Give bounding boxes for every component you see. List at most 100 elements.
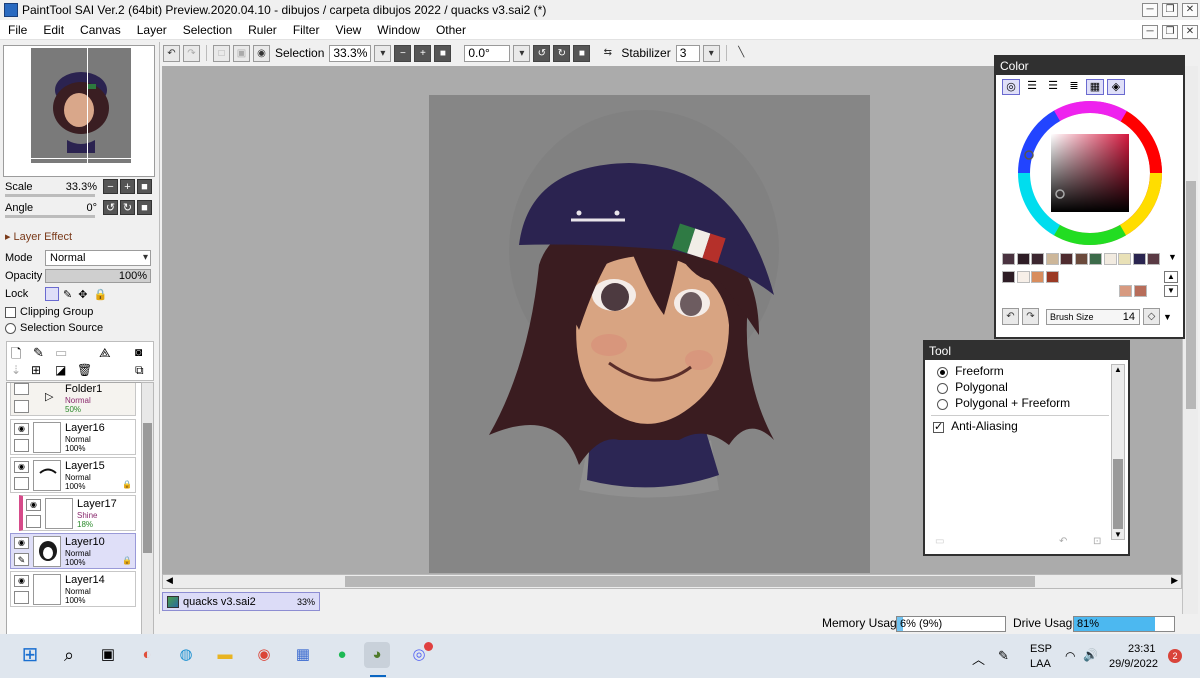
photos-app-icon[interactable]: ◐: [134, 642, 160, 668]
chrome-browser-icon[interactable]: ◉: [251, 642, 277, 668]
freeform-radio[interactable]: [937, 366, 948, 378]
layers-scrollbar[interactable]: [141, 382, 154, 640]
tool-panel-scrollbar[interactable]: ▲ ▼: [1111, 364, 1125, 540]
angle-slider[interactable]: [5, 215, 95, 218]
scroll-down-icon[interactable]: ▼: [1114, 530, 1122, 539]
rotate-left-button[interactable]: ↺: [103, 200, 118, 215]
transfer-down-icon[interactable]: ⇣: [11, 363, 21, 377]
artboard[interactable]: [429, 95, 870, 573]
scale-plus-button[interactable]: +: [120, 179, 135, 194]
menu-filter[interactable]: Filter: [285, 23, 328, 37]
swatch-scroll-down[interactable]: ▼: [1164, 285, 1178, 297]
color-swatch[interactable]: [1016, 253, 1030, 265]
color-swatch[interactable]: [1089, 253, 1102, 265]
tool-save-icon[interactable]: ⊡: [1093, 536, 1101, 547]
file-explorer-icon[interactable]: ▬: [212, 642, 238, 668]
layer-effect-icon[interactable]: ⟁: [99, 345, 111, 361]
spotify-icon[interactable]: ●: [329, 642, 355, 668]
angle-input[interactable]: 0.0°: [464, 44, 511, 62]
edge-browser-icon[interactable]: ◍: [173, 642, 199, 668]
color-swatch[interactable]: [1002, 253, 1015, 265]
layer-item-layer16[interactable]: ◉ Layer16 Normal 100%: [10, 419, 136, 455]
brush-menu-icon[interactable]: ▼: [1163, 312, 1172, 322]
notification-count-badge[interactable]: 2: [1168, 649, 1182, 663]
new-linework-layer-icon[interactable]: ✎: [33, 345, 44, 361]
color-swatch[interactable]: [1031, 271, 1044, 283]
minimize-button[interactable]: ─: [1142, 3, 1158, 17]
color-swatch[interactable]: [1060, 253, 1073, 265]
color-swatch[interactable]: [1031, 253, 1044, 265]
delete-layer-icon[interactable]: 🗑: [77, 363, 92, 377]
invert-selection-button[interactable]: ▣: [233, 44, 250, 62]
color-swatch[interactable]: [1002, 271, 1015, 283]
stabilizer-dropdown[interactable]: ▾: [702, 44, 720, 62]
color-swatch[interactable]: [1045, 253, 1059, 265]
intermediate-color-tab-icon[interactable]: ≣: [1065, 79, 1083, 95]
clock-date[interactable]: 29/9/2022: [1109, 658, 1158, 670]
angle-dropdown[interactable]: ▾: [513, 44, 531, 62]
zoom-input[interactable]: 33.3%: [329, 44, 372, 62]
brush-redo-icon[interactable]: ↷: [1022, 308, 1039, 325]
tool-option-freeform[interactable]: Freeform: [937, 364, 1004, 378]
polygonal-radio[interactable]: [937, 382, 948, 394]
color-swatch[interactable]: [1147, 253, 1160, 265]
layer-mask-icon[interactable]: ◙: [135, 345, 142, 359]
windows-start-icon[interactable]: ⊞: [17, 642, 43, 668]
tool-scroll-thumb[interactable]: [1113, 459, 1123, 529]
flip-horizontal-icon[interactable]: ⇆: [599, 45, 616, 62]
selection-source-row[interactable]: Selection Source: [5, 322, 103, 334]
lock-all-icon[interactable]: 🔒: [93, 288, 107, 301]
straight-line-icon[interactable]: ╲: [733, 45, 750, 62]
brush-size-field[interactable]: Brush Size 14: [1046, 308, 1140, 325]
scroll-right-icon[interactable]: ▶: [1171, 575, 1178, 586]
tool-option-polygonal-freeform[interactable]: Polygonal + Freeform: [937, 396, 1070, 410]
clear-layer-icon[interactable]: ◪: [55, 363, 66, 377]
scale-slider[interactable]: [5, 194, 95, 197]
polygonal-freeform-radio[interactable]: [937, 398, 948, 410]
layer-item-layer17[interactable]: ◉ Layer17 Shine 18%: [19, 495, 136, 531]
eraser-toggle-icon[interactable]: ◇: [1143, 308, 1160, 325]
menu-ruler[interactable]: Ruler: [240, 23, 285, 37]
undo-button[interactable]: ↶: [163, 44, 180, 62]
rgb-sliders-tab-icon[interactable]: ☰: [1023, 79, 1041, 95]
maximize-button[interactable]: ❐: [1162, 3, 1178, 17]
doc-minimize-button[interactable]: ─: [1142, 25, 1158, 39]
lock-move-icon[interactable]: ✥: [78, 288, 87, 301]
menu-layer[interactable]: Layer: [129, 23, 175, 37]
doc-close-button[interactable]: ✕: [1182, 25, 1198, 39]
menu-other[interactable]: Other: [428, 23, 474, 37]
brush-undo-icon[interactable]: ↶: [1002, 308, 1019, 325]
layer-item-layer14[interactable]: ◉ Layer14 Normal 100%: [10, 571, 136, 607]
language-bottom[interactable]: LAA: [1030, 658, 1051, 670]
pen-icon[interactable]: ✎: [998, 648, 1009, 664]
clipping-group-checkbox[interactable]: [5, 306, 16, 318]
rotate-left-button[interactable]: ↺: [533, 44, 551, 62]
document-tab[interactable]: quacks v3.sai2 33%: [162, 592, 320, 611]
color-swatch[interactable]: [1118, 253, 1131, 265]
eye-icon[interactable]: ◉: [14, 423, 29, 435]
chevron-up-icon[interactable]: ︿: [972, 649, 985, 668]
layer-item-folder1[interactable]: ▷ Folder1 Normal 50%: [10, 383, 136, 416]
lock-paint-icon[interactable]: ✎: [63, 288, 72, 301]
stabilizer-input[interactable]: 3: [675, 44, 700, 62]
color-swatch[interactable]: [1119, 285, 1132, 297]
tool-settings-icon[interactable]: ▭: [935, 536, 944, 547]
doc-restore-button[interactable]: ❐: [1162, 25, 1178, 39]
color-wheel-tab-icon[interactable]: ◎: [1002, 79, 1020, 95]
scroll-up-icon[interactable]: ▲: [1114, 365, 1122, 374]
menu-edit[interactable]: Edit: [35, 23, 72, 37]
zoom-out-button[interactable]: −: [394, 44, 412, 62]
swatch-menu-icon[interactable]: ▼: [1168, 252, 1177, 262]
scale-reset-button[interactable]: ■: [137, 179, 152, 194]
new-mask-icon[interactable]: ▭: [55, 345, 67, 361]
canvas-hscroll-thumb[interactable]: [345, 576, 1035, 587]
selection-source-radio[interactable]: [5, 322, 16, 334]
hsv-sliders-tab-icon[interactable]: ☰: [1044, 79, 1062, 95]
painttool-sai-taskbar-icon[interactable]: ◕: [364, 642, 390, 668]
layer-item-layer10[interactable]: ◉ ✎ Layer10 Normal 100% 🔒: [10, 533, 136, 569]
menu-view[interactable]: View: [327, 23, 369, 37]
eye-icon[interactable]: ◉: [14, 537, 29, 549]
close-button[interactable]: ✕: [1182, 3, 1198, 17]
menu-file[interactable]: File: [0, 23, 35, 37]
zoom-reset-button[interactable]: ■: [434, 44, 452, 62]
